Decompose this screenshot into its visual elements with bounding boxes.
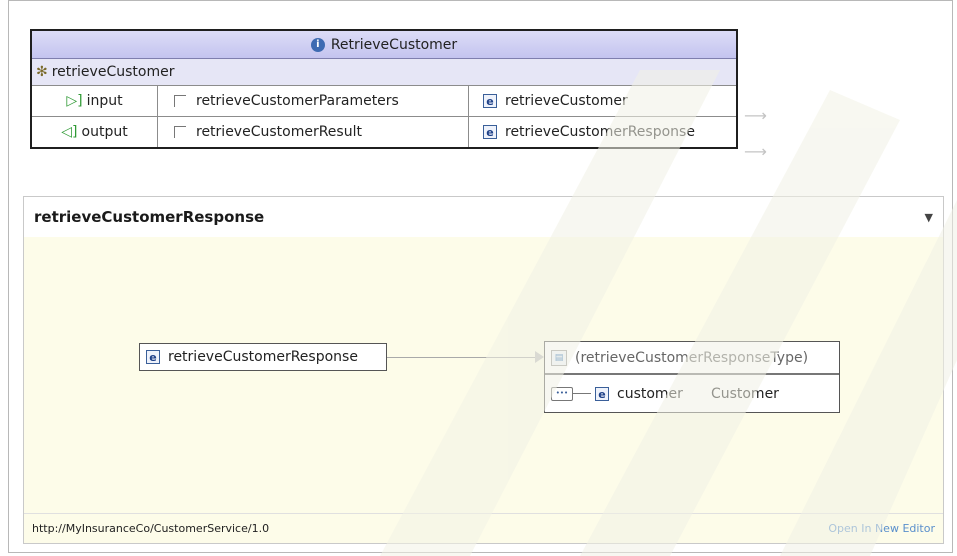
connector-line bbox=[387, 357, 540, 358]
operation-row[interactable]: ✻ retrieveCustomer bbox=[32, 59, 736, 86]
type-child-row[interactable]: ••• e customer Customer bbox=[545, 375, 839, 412]
complex-type-icon: ▤ bbox=[551, 349, 567, 366]
output-row[interactable]: ◁] output retrieveCustomerResult e retri… bbox=[32, 117, 736, 147]
type-header[interactable]: ▤ (retrieveCustomerResponseType) bbox=[545, 342, 839, 375]
output-navigate-arrow-icon[interactable]: ⟶ bbox=[744, 142, 767, 161]
interface-header[interactable]: i RetrieveCustomer bbox=[32, 31, 736, 59]
child-element-name: customer bbox=[617, 385, 683, 402]
sequence-line bbox=[573, 393, 591, 394]
input-navigate-arrow-icon[interactable]: ⟶ bbox=[744, 106, 767, 125]
input-element-cell[interactable]: e retrieveCustomer bbox=[469, 86, 732, 116]
sequence-icon: ••• bbox=[551, 386, 573, 401]
input-element-name: retrieveCustomer bbox=[505, 93, 628, 109]
output-arrow-icon: ◁] bbox=[61, 124, 78, 140]
panel-footer: http://MyInsuranceCo/CustomerService/1.0… bbox=[24, 513, 943, 543]
complex-type-node[interactable]: ▤ (retrieveCustomerResponseType) ••• e c… bbox=[544, 341, 840, 413]
collapse-triangle-icon[interactable]: ▼ bbox=[925, 211, 933, 224]
panel-header: retrieveCustomerResponse ▼ bbox=[24, 197, 943, 238]
input-param-cell[interactable]: retrieveCustomerParameters bbox=[158, 86, 469, 116]
element-e-icon: e bbox=[483, 125, 497, 139]
output-label: output bbox=[81, 124, 128, 140]
child-element-type: Customer bbox=[710, 385, 779, 402]
output-direction-cell: ◁] output bbox=[32, 117, 158, 147]
input-row[interactable]: ▷] input retrieveCustomerParameters e re… bbox=[32, 86, 736, 117]
input-label: input bbox=[86, 93, 123, 109]
output-element-cell[interactable]: e retrieveCustomerResponse bbox=[469, 117, 732, 147]
element-e-icon: e bbox=[595, 386, 609, 401]
element-e-icon: e bbox=[146, 350, 160, 364]
output-param-cell[interactable]: retrieveCustomerResult bbox=[158, 117, 469, 147]
type-label: (retrieveCustomerResponseType) bbox=[575, 349, 809, 366]
operation-gear-icon: ✻ bbox=[36, 64, 48, 80]
output-element-name: retrieveCustomerResponse bbox=[505, 124, 695, 140]
interface-icon: i bbox=[310, 37, 325, 52]
input-direction-cell: ▷] input bbox=[32, 86, 158, 116]
namespace-text: http://MyInsuranceCo/CustomerService/1.0 bbox=[32, 522, 270, 535]
element-editor-panel: retrieveCustomerResponse ▼ e retrieveCus… bbox=[23, 196, 944, 544]
panel-title: retrieveCustomerResponse bbox=[34, 208, 265, 226]
design-canvas[interactable]: e retrieveCustomerResponse ▤ (retrieveCu… bbox=[24, 237, 943, 513]
parameter-icon bbox=[174, 95, 186, 107]
input-arrow-icon: ▷] bbox=[66, 93, 83, 109]
input-param-name: retrieveCustomerParameters bbox=[196, 93, 399, 109]
operation-name: retrieveCustomer bbox=[51, 64, 175, 80]
element-node-label: retrieveCustomerResponse bbox=[168, 349, 358, 365]
output-param-name: retrieveCustomerResult bbox=[196, 124, 362, 140]
element-e-icon: e bbox=[483, 94, 497, 108]
connector-arrowhead-icon bbox=[535, 351, 544, 363]
element-node[interactable]: e retrieveCustomerResponse bbox=[139, 343, 387, 371]
open-in-new-editor-link[interactable]: Open In New Editor bbox=[828, 522, 935, 535]
interface-name: RetrieveCustomer bbox=[330, 36, 458, 53]
parameter-icon bbox=[174, 126, 186, 138]
interface-table: i RetrieveCustomer ✻ retrieveCustomer ▷]… bbox=[30, 29, 738, 149]
